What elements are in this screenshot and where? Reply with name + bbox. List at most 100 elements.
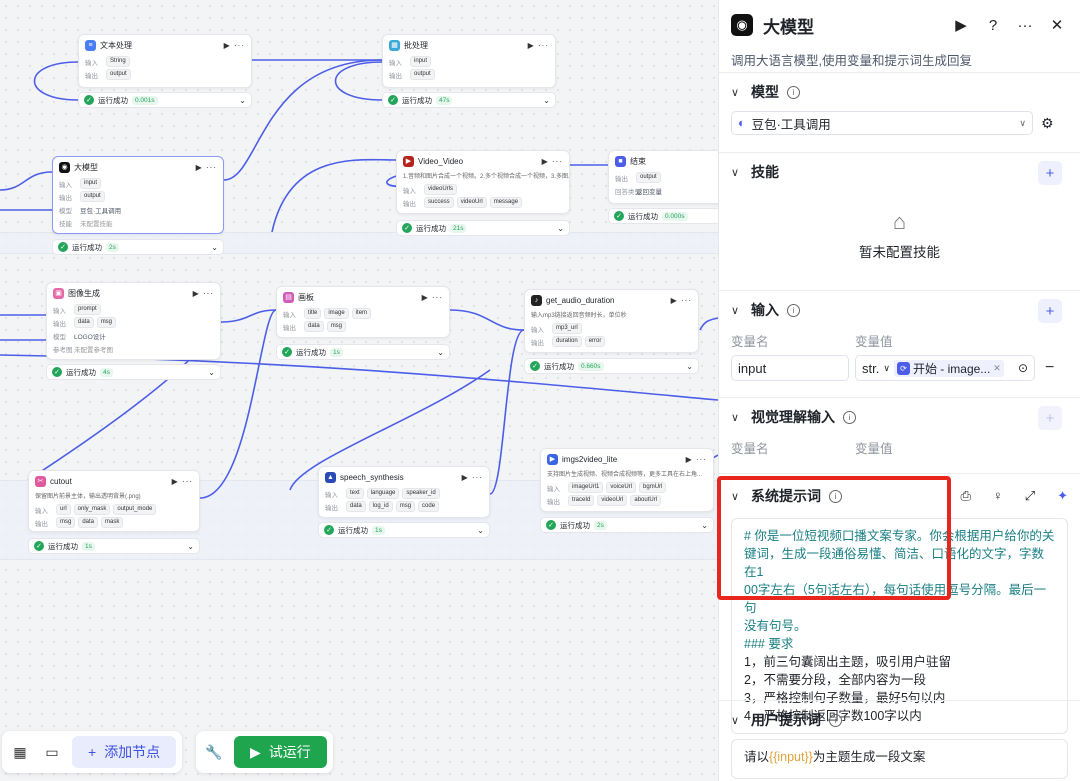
output-tag: code — [418, 501, 440, 512]
chevron-down-icon[interactable]: ∨ — [731, 166, 743, 179]
status-text: 运行成功 — [66, 367, 96, 377]
status-bar[interactable]: ✓ 运行成功 0.660s ⌄ — [524, 358, 699, 374]
output-tag: videoUrl — [597, 495, 628, 506]
variable-name-input[interactable]: input — [731, 355, 849, 381]
section-title: 输入 — [751, 302, 779, 318]
node-title: 批处理 — [404, 40, 428, 50]
run-menu-icon[interactable]: ▶ ··· — [671, 296, 692, 305]
status-bar[interactable]: ✓ 运行成功 1s ⌄ — [276, 344, 450, 360]
type-select[interactable]: str. — [862, 361, 879, 376]
chevron-down-icon[interactable]: ⌄ — [543, 96, 550, 105]
status-bar[interactable]: ✓ 运行成功 1s ⌄ — [28, 538, 200, 554]
chevron-down-icon[interactable]: ⌄ — [211, 243, 218, 252]
status-bar[interactable]: ✓ 运行成功 21s ⌄ — [396, 220, 570, 236]
node-speech-synthesis[interactable]: ▲ speech_synthesis ▶ ··· 输入 text language spe… — [318, 466, 490, 518]
status-bar[interactable]: ✓ 运行成功 47s ⌄ — [382, 92, 556, 108]
check-icon: ✓ — [84, 95, 94, 105]
wire — [33, 61, 79, 101]
node-cutout[interactable]: ✂ cutout ▶ ··· 保留图片前景主体，输出透明背景(.png) 输入 url… — [28, 470, 200, 532]
add-vision-input-button[interactable]: + — [1038, 406, 1062, 430]
batch-icon: ▦ — [389, 39, 400, 51]
expand-icon[interactable]: ⤢ — [1025, 488, 1035, 504]
clear-icon[interactable]: ✕ — [993, 363, 1001, 374]
run-menu-icon[interactable]: ▶ ··· — [528, 41, 549, 50]
chevron-down-icon[interactable]: ⌄ — [477, 526, 484, 535]
run-menu-icon[interactable]: ▶ ··· — [686, 455, 707, 464]
node-canvas-board[interactable]: ▤ 画板 ▶ ··· 输入 title image item 输出 data msg — [276, 286, 450, 338]
user-prompt-editor[interactable]: 请以{{input}}为主题生成一段文案 — [731, 739, 1068, 779]
run-menu-icon[interactable]: ▶ ··· — [422, 293, 443, 302]
more-icon[interactable]: ··· — [1014, 17, 1036, 34]
node-text-processing[interactable]: ≡ 文本处理 ▶ ··· 输入 String 输出 output — [78, 34, 252, 88]
node-title: 图像生成 — [68, 288, 100, 298]
grid-icon[interactable]: ▦ — [8, 740, 32, 764]
check-icon: ✓ — [58, 242, 68, 252]
chevron-down-icon[interactable]: ⌄ — [187, 542, 194, 551]
chevron-down-icon[interactable]: ⌄ — [239, 96, 246, 105]
status-bar[interactable]: ✓ 运行成功 2s ⌄ — [52, 239, 224, 255]
status-bar[interactable]: ✓ 运行成功 1s ⌄ — [318, 522, 490, 538]
close-icon[interactable]: ✕ — [1046, 16, 1068, 34]
reference-icon[interactable]: ⊙ — [1018, 361, 1028, 375]
chevron-down-icon[interactable]: ⌄ — [701, 521, 708, 530]
input-label: 输入 — [403, 187, 416, 195]
add-node-button[interactable]: + 添加节点 — [72, 736, 177, 768]
lightbulb-icon[interactable]: ♀ — [993, 488, 1003, 504]
wrench-icon[interactable]: 🔧 — [202, 740, 226, 764]
node-batch[interactable]: ▦ 批处理 ▶ ··· 输入 input 输出 output — [382, 34, 556, 88]
run-menu-icon[interactable]: ▶ ··· — [224, 41, 245, 50]
input-tag: text — [346, 488, 364, 499]
chevron-down-icon[interactable]: ∨ — [731, 714, 743, 727]
info-icon[interactable]: i — [787, 85, 800, 99]
node-video-video[interactable]: ▶ Video_Video ▶ ··· 1.音频和图片合成一个视频。2.多个视频合成… — [396, 150, 570, 214]
help-icon[interactable]: ? — [982, 17, 1004, 34]
status-bar[interactable]: ✓ 运行成功 4s ⌄ — [46, 364, 221, 380]
image-icon: ▣ — [53, 287, 64, 299]
output-label: 输出 — [325, 504, 338, 512]
test-run-button[interactable]: ▶ 试运行 — [234, 736, 327, 768]
template-icon[interactable]: ⎙ — [961, 488, 971, 504]
ai-sparkle-icon[interactable]: ✦ — [1057, 488, 1068, 504]
run-menu-icon[interactable]: ▶ ··· — [542, 157, 563, 166]
node-end[interactable]: ■ 结束 输出 output 回答类型 返回变量 — [608, 150, 718, 204]
status-bar[interactable]: ✓ 运行成功 0.001s ⌄ — [78, 92, 252, 108]
chevron-down-icon[interactable]: ∨ — [731, 411, 743, 424]
input-tag: mp3_url — [552, 323, 582, 334]
node-image-generation[interactable]: ▣ 图像生成 ▶ ··· 输入 prompt 输出 data msg 模型 LOGO设计 参… — [46, 282, 221, 360]
chevron-down-icon[interactable]: ⌄ — [208, 368, 215, 377]
output-label: 输出 — [85, 72, 98, 80]
node-llm[interactable]: ◉ 大模型 ▶ ··· 输入 input 输出 output 模型 豆包·工具调用 技能未… — [52, 156, 224, 234]
node-imgs2video-lite[interactable]: ▶ imgs2video_lite ▶ ··· 支持图片生成视频、视频合成视频等，更… — [540, 448, 714, 512]
run-menu-icon[interactable]: ▶ ··· — [196, 163, 217, 172]
chevron-down-icon[interactable]: ⌄ — [686, 362, 693, 371]
check-icon: ✓ — [402, 223, 412, 233]
status-bar[interactable]: ✓ 运行成功 0.000s — [608, 208, 718, 224]
model-select[interactable]: ◐ 豆包·工具调用 ∨ — [731, 111, 1033, 135]
status-bar[interactable]: ✓ 运行成功 2s ⌄ — [540, 517, 714, 533]
llm-icon: ◉ — [731, 14, 753, 36]
chevron-down-icon[interactable]: ⌄ — [437, 348, 444, 357]
add-input-button[interactable]: + — [1038, 299, 1062, 323]
chevron-down-icon[interactable]: ∨ — [731, 86, 743, 99]
node-config-panel: ◉ 大模型 ▶ ? ··· ✕ 调用大语言模型,使用变量和提示词生成回复 ∨ 模型… — [718, 0, 1080, 781]
variable-value-select[interactable]: str. ∨ ⟳ 开始 - image... ✕ ⊙ — [855, 355, 1035, 381]
run-menu-icon[interactable]: ▶ ··· — [462, 473, 483, 482]
play-icon[interactable]: ▶ — [950, 16, 972, 34]
run-menu-icon[interactable]: ▶ ··· — [172, 477, 193, 486]
info-icon[interactable]: i — [843, 410, 856, 424]
info-icon[interactable]: i — [787, 303, 800, 317]
model-section: ∨ 模型 i ◐ 豆包·工具调用 ∨ ⚙ — [719, 72, 1080, 152]
chevron-down-icon[interactable]: ⌄ — [557, 224, 564, 233]
input-label: 输入 — [85, 59, 98, 67]
run-time: 1s — [372, 525, 385, 535]
minimap-icon[interactable]: ▭ — [40, 740, 64, 764]
input-label: 输入 — [35, 507, 48, 515]
gear-icon[interactable]: ⚙ — [1041, 115, 1054, 132]
workflow-canvas[interactable]: ≡ 文本处理 ▶ ··· 输入 String 输出 output ✓ 运行成功 0.001s… — [0, 0, 718, 781]
run-menu-icon[interactable]: ▶ ··· — [193, 289, 214, 298]
node-get-audio-duration[interactable]: ♪ get_audio_duration ▶ ··· 输入mp3链接返回音频时长，单… — [524, 289, 699, 353]
chevron-down-icon[interactable]: ∨ — [731, 304, 743, 317]
add-skill-button[interactable]: + — [1038, 161, 1062, 185]
info-icon[interactable]: i — [829, 713, 842, 727]
remove-icon[interactable]: − — [1045, 359, 1054, 377]
